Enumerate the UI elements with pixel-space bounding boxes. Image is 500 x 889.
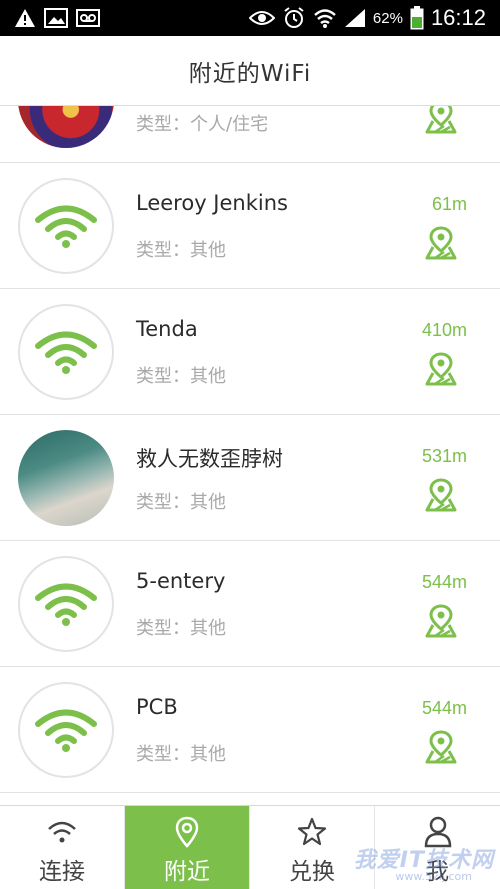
app-header: 附近的WiFi [0, 36, 500, 106]
network-name: Leeroy Jenkins [136, 191, 288, 215]
tab-label: 附近 [164, 859, 210, 885]
network-distance: 531m [421, 446, 467, 466]
tab-label: 连接 [39, 859, 85, 885]
wifi-signal-icon [313, 7, 337, 29]
location-pin-icon [170, 816, 204, 848]
wifi-list-item[interactable]: 救人无数歪脖树 类型：其他 531m [0, 415, 500, 541]
network-name: Tenda [136, 317, 198, 341]
network-type: 类型：其他 [136, 618, 226, 639]
network-distance: 410m [421, 320, 467, 340]
avatar [18, 106, 114, 148]
network-name: 5-entery [136, 569, 226, 593]
wifi-list-item[interactable]: Tenda 类型：其他 410m [0, 289, 500, 415]
tab-connect[interactable]: 连接 [0, 806, 125, 889]
wifi-list-item[interactable]: 5-entery 类型：其他 544m [0, 541, 500, 667]
eye-icon [248, 9, 275, 27]
voicemail-icon [76, 8, 100, 28]
network-distance: 544m [421, 572, 467, 592]
status-time: 16:12 [430, 5, 486, 30]
tab-nearby[interactable]: 附近 [125, 806, 250, 889]
image-icon [44, 8, 68, 28]
warning-icon [14, 8, 36, 28]
map-location-icon[interactable] [424, 225, 458, 261]
status-bar: 62% 16:12 [0, 0, 500, 36]
wifi-icon [18, 178, 114, 274]
star-icon [295, 816, 329, 848]
network-type: 类型：其他 [136, 492, 226, 513]
wifi-list-item[interactable]: PCB 类型：其他 544m [0, 667, 500, 793]
nearby-wifi-list[interactable]: 类型：个人/住宅 Leeroy Jenkins 类型：其他 61m Tenda 类型：其他… [0, 106, 500, 802]
network-type: 类型：个人/住宅 [136, 114, 269, 135]
wifi-icon [18, 556, 114, 652]
alarm-icon [282, 6, 306, 30]
wifi-list-item[interactable]: Leeroy Jenkins 类型：其他 61m [0, 163, 500, 289]
page-title: 附近的WiFi [188, 60, 312, 87]
cell-signal-icon [344, 8, 366, 28]
avatar [18, 430, 114, 526]
map-location-icon[interactable] [424, 603, 458, 639]
map-location-icon[interactable] [424, 477, 458, 513]
network-type: 类型：其他 [136, 366, 226, 387]
network-name: 救人无数歪脖树 [136, 447, 283, 471]
battery-icon [410, 6, 424, 30]
map-location-icon[interactable] [424, 351, 458, 387]
network-type: 类型：其他 [136, 240, 226, 261]
tab-label: 兑换 [289, 859, 335, 885]
network-name: PCB [136, 695, 178, 719]
network-distance: 544m [421, 698, 467, 718]
battery-percent: 62% [372, 9, 403, 27]
wifi-list-item[interactable]: 类型：个人/住宅 [0, 106, 500, 163]
map-location-icon[interactable] [424, 729, 458, 765]
watermark-url: www.52ij.com [395, 870, 472, 883]
wifi-icon [45, 816, 79, 848]
wifi-icon [18, 682, 114, 778]
map-location-icon[interactable] [424, 106, 458, 135]
network-distance: 61m [431, 194, 467, 214]
wifi-icon [18, 304, 114, 400]
network-type: 类型：其他 [136, 744, 226, 765]
